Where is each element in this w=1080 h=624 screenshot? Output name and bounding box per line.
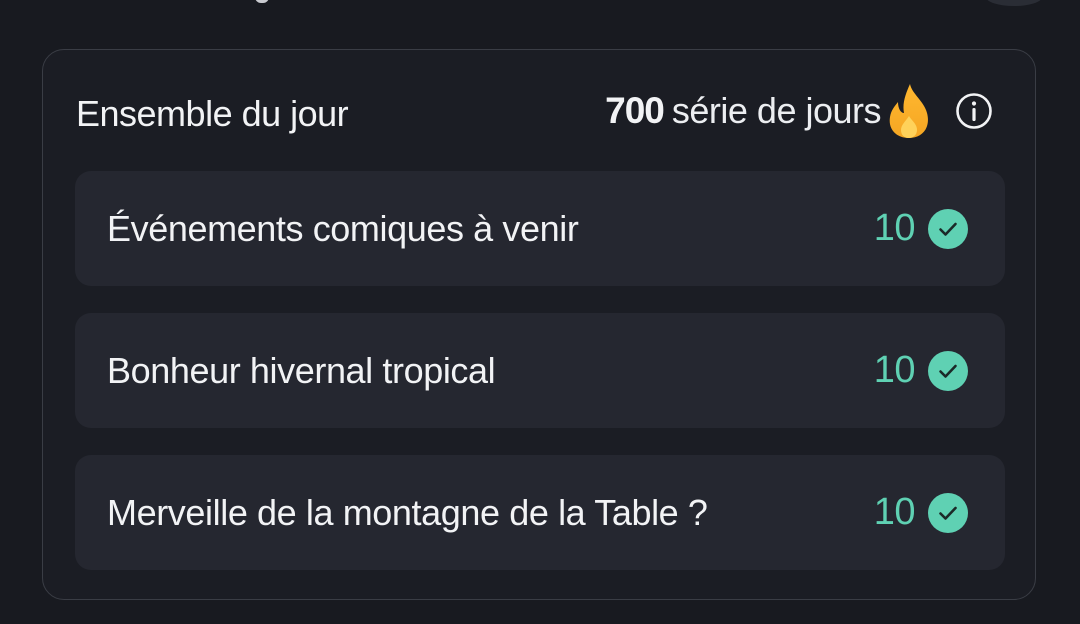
card-title: Ensemble du jour xyxy=(76,93,349,134)
clipped-avatar[interactable] xyxy=(986,0,1042,6)
clipped-title-fragment xyxy=(255,0,269,3)
task-row-table-mountain[interactable]: Merveille de la montagne de la Table ? 1… xyxy=(75,455,1005,570)
task-label: Bonheur hivernal tropical xyxy=(107,350,496,391)
check-circle-icon xyxy=(927,350,969,392)
streak-count: 700 xyxy=(605,90,665,131)
streak-label: série de jours xyxy=(671,90,882,131)
card-header: Ensemble du jour 700 série de jours xyxy=(43,50,1035,170)
task-row-tropical-winter[interactable]: Bonheur hivernal tropical 10 xyxy=(75,313,1005,428)
streak-indicator: 700 série de jours xyxy=(605,80,993,142)
fire-icon xyxy=(885,82,933,140)
info-icon[interactable] xyxy=(955,92,993,130)
task-score: 10 xyxy=(874,313,969,428)
task-score: 10 xyxy=(874,455,969,570)
task-label: Événements comiques à venir xyxy=(107,208,579,249)
score-value: 10 xyxy=(873,491,916,533)
check-circle-icon xyxy=(927,492,969,534)
task-row-comic-events[interactable]: Événements comiques à venir 10 xyxy=(75,171,1005,286)
daily-set-card: Ensemble du jour 700 série de jours Évén… xyxy=(42,49,1036,600)
task-score: 10 xyxy=(874,171,969,286)
score-value: 10 xyxy=(873,349,916,391)
check-circle-icon xyxy=(927,208,969,250)
score-value: 10 xyxy=(873,207,916,249)
task-label: Merveille de la montagne de la Table ? xyxy=(107,492,708,533)
task-list: Événements comiques à venir 10 Bonheur h… xyxy=(75,171,1007,597)
